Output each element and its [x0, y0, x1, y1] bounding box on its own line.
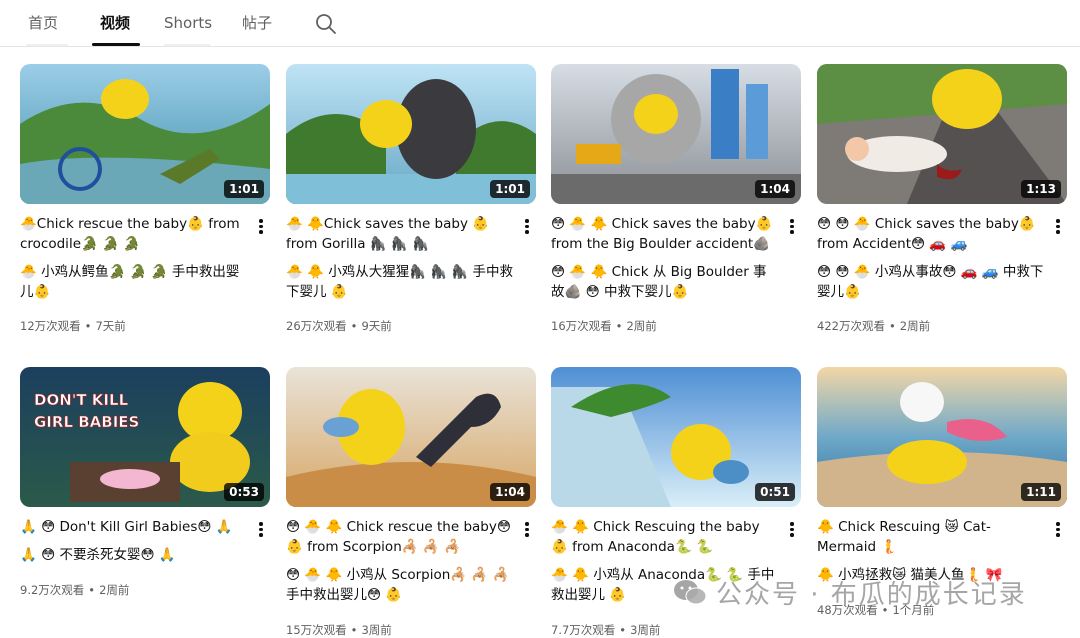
upload-age: 9天前: [361, 319, 392, 333]
view-count: 422万次观看: [817, 319, 885, 333]
channel-tabs: 首页 视频 Shorts 帖子: [0, 0, 1080, 47]
video-title[interactable]: 😳 🐣 🐥 Chick saves the baby👶 from the Big…: [551, 214, 776, 254]
view-count: 26万次观看: [286, 319, 347, 333]
tab-videos[interactable]: 视频: [100, 12, 130, 34]
video-title[interactable]: 🐣Chick rescue the baby👶 from crocodile🐊 …: [20, 214, 245, 254]
video-subtitle: 😳 🐣 🐥 Chick 从 Big Boulder 事故🪨 😳 中救下婴儿👶: [551, 264, 767, 300]
video-thumbnail[interactable]: DON'T KILL GIRL BABIES 0:53: [20, 367, 270, 507]
view-count: 9.2万次观看: [20, 583, 85, 597]
video-subtitle: 😳 🐣 🐥 小鸡从 Scorpion🦂 🦂 🦂 手中救出婴儿😳 👶: [286, 567, 510, 603]
video-meta: 9.2万次观看 • 2周前: [20, 583, 130, 597]
svg-text:DON'T KILL: DON'T KILL: [34, 391, 129, 409]
video-meta: 422万次观看 • 2周前: [817, 319, 931, 333]
video-title[interactable]: 🙏 😳 Don't Kill Girl Babies😳 🙏: [20, 517, 245, 537]
watermark: 公众号 · 布瓜的成长记录: [672, 574, 1027, 610]
more-options-button[interactable]: [519, 216, 535, 238]
tab-hover-indicator-shorts: [164, 44, 210, 46]
video-duration: 1:04: [490, 483, 530, 501]
view-count: 12万次观看: [20, 319, 81, 333]
tab-shorts[interactable]: Shorts: [164, 12, 212, 34]
view-count: 15万次观看: [286, 623, 347, 637]
more-options-button[interactable]: [784, 216, 800, 238]
video-duration: 1:01: [490, 180, 530, 198]
tab-posts[interactable]: 帖子: [242, 12, 272, 34]
video-meta: 12万次观看 • 7天前: [20, 319, 126, 333]
video-meta: 7.7万次观看 • 3周前: [551, 623, 661, 637]
video-duration: 1:11: [1021, 483, 1061, 501]
tab-active-underline: [92, 43, 140, 46]
tab-home[interactable]: 首页: [28, 12, 58, 34]
upload-age: 7天前: [95, 319, 126, 333]
upload-age: 2周前: [626, 319, 657, 333]
search-button[interactable]: [312, 10, 340, 38]
wechat-icon: [674, 580, 707, 605]
upload-age: 2周前: [899, 319, 931, 333]
view-count: 16万次观看: [551, 319, 612, 333]
more-options-button[interactable]: [253, 216, 269, 238]
video-meta: 26万次观看 • 9天前: [286, 319, 392, 333]
video-subtitle: 🐣 小鸡从鳄鱼🐊 🐊 🐊 手中救出婴儿👶: [20, 264, 240, 300]
upload-age: 3周前: [630, 623, 661, 637]
video-duration: 1:13: [1021, 180, 1061, 198]
more-options-button[interactable]: [519, 519, 535, 541]
video-subtitle: 😳 😳 🐣 小鸡从事故😳 🚗 🚙 中救下婴儿👶: [817, 264, 1044, 300]
svg-text:GIRL BABIES: GIRL BABIES: [34, 413, 139, 431]
video-title[interactable]: 😳 😳 🐣 Chick saves the baby👶 from Acciden…: [817, 214, 1042, 254]
video-duration: 0:51: [755, 483, 795, 501]
video-thumbnail[interactable]: 1:04: [286, 367, 536, 507]
tab-hover-indicator: [26, 44, 68, 46]
search-icon: [316, 14, 336, 34]
video-thumbnail[interactable]: 1:01: [286, 64, 536, 204]
video-title[interactable]: 🐣 🐥Chick saves the baby 👶 from Gorilla 🦍…: [286, 214, 511, 254]
upload-age: 3周前: [361, 623, 392, 637]
view-count: 7.7万次观看: [551, 623, 616, 637]
video-thumbnail[interactable]: 1:01: [20, 64, 270, 204]
watermark-text: 公众号 · 布瓜的成长记录: [716, 579, 1027, 610]
more-options-button[interactable]: [253, 519, 269, 541]
video-meta: 16万次观看 • 2周前: [551, 319, 657, 333]
more-options-button[interactable]: [1050, 519, 1066, 541]
video-subtitle: 🙏 😳 不要杀死女婴😳 🙏: [20, 547, 176, 563]
video-thumbnail[interactable]: 1:11: [817, 367, 1067, 507]
video-subtitle: 🐣 🐥 小鸡从大猩猩🦍 🦍 🦍 手中救下婴儿 👶: [286, 264, 514, 300]
video-duration: 0:53: [224, 483, 264, 501]
video-thumbnail[interactable]: 1:13: [817, 64, 1067, 204]
upload-age: 2周前: [99, 583, 130, 597]
video-title[interactable]: 🐥 Chick Rescuing 😿 Cat-Mermaid 🧜: [817, 517, 1042, 557]
video-title[interactable]: 😳 🐣 🐥 Chick rescue the baby😳 👶 from Scor…: [286, 517, 511, 557]
more-options-button[interactable]: [784, 519, 800, 541]
video-title[interactable]: 🐣 🐥 Chick Rescuing the baby 👶 from Anaco…: [551, 517, 776, 557]
video-thumbnail[interactable]: 1:04: [551, 64, 801, 204]
video-duration: 1:01: [224, 180, 264, 198]
video-duration: 1:04: [755, 180, 795, 198]
more-options-button[interactable]: [1050, 216, 1066, 238]
video-meta: 15万次观看 • 3周前: [286, 623, 392, 637]
video-thumbnail[interactable]: 0:51: [551, 367, 801, 507]
